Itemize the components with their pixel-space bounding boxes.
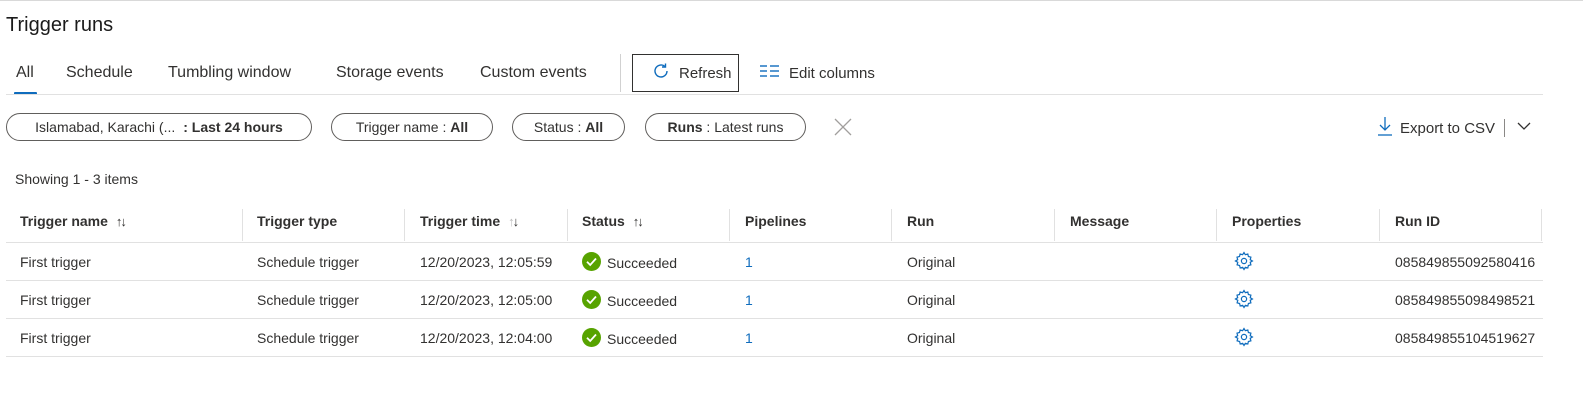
- cell-pipelines-link[interactable]: 1: [745, 330, 753, 346]
- gear-icon[interactable]: [1234, 251, 1254, 271]
- time-range-value: : Last 24 hours: [183, 119, 283, 135]
- top-border: [0, 0, 1583, 1]
- column-header-trigger-name[interactable]: Trigger name ↑↓: [20, 213, 127, 229]
- column-header-trigger-type[interactable]: Trigger type: [257, 213, 337, 229]
- column-divider[interactable]: [729, 209, 730, 241]
- success-check-icon: [582, 328, 601, 350]
- column-label: Status: [582, 213, 625, 229]
- column-header-status[interactable]: Status ↑↓: [582, 213, 644, 229]
- cell-run: Original: [907, 254, 956, 270]
- column-header-trigger-time[interactable]: Trigger time ↑↓: [420, 213, 519, 229]
- tab-storage-events[interactable]: Storage events: [336, 64, 444, 82]
- column-divider[interactable]: [1379, 209, 1380, 241]
- close-icon[interactable]: [832, 116, 854, 143]
- cell-pipelines-link[interactable]: 1: [745, 292, 753, 308]
- sort-arrows-icon[interactable]: ↑↓: [116, 214, 127, 229]
- column-divider[interactable]: [242, 209, 243, 241]
- table-row[interactable]: First trigger Schedule trigger 12/20/202…: [6, 243, 1543, 281]
- column-label: Run: [907, 213, 935, 229]
- table-header: Trigger name ↑↓ Trigger type Trigger tim…: [6, 204, 1543, 243]
- column-divider[interactable]: [1216, 209, 1217, 241]
- column-label: Properties: [1232, 213, 1302, 229]
- success-check-icon: [582, 252, 601, 274]
- column-label: Message: [1070, 213, 1130, 229]
- sort-arrows-icon[interactable]: ↑↓: [508, 214, 519, 229]
- cell-trigger-name: First trigger: [20, 254, 91, 270]
- export-divider: [1504, 119, 1505, 137]
- column-label: Trigger type: [257, 213, 338, 229]
- cell-run: Original: [907, 330, 956, 346]
- page-title: Trigger runs: [6, 14, 114, 36]
- edit-columns-label: Edit columns: [789, 64, 875, 82]
- trigger-runs-table: Trigger name ↑↓ Trigger type Trigger tim…: [6, 204, 1543, 357]
- time-range-filter[interactable]: Islamabad, Karachi (... : Last 24 hours: [6, 113, 312, 141]
- cell-trigger-time: 12/20/2023, 12:05:00: [420, 292, 553, 308]
- column-header-message[interactable]: Message: [1070, 213, 1129, 229]
- sort-arrows-icon[interactable]: ↑↓: [633, 214, 644, 229]
- tab-custom-events[interactable]: Custom events: [480, 64, 587, 82]
- export-csv-button[interactable]: Export to CSV: [1378, 116, 1495, 140]
- toolbar-divider: [620, 54, 621, 92]
- cell-trigger-type: Schedule trigger: [257, 330, 359, 346]
- tab-tumbling-window[interactable]: Tumbling window: [168, 64, 291, 82]
- cell-status: Succeeded: [582, 290, 677, 312]
- trigger-name-filter-value: All: [450, 119, 469, 135]
- refresh-button[interactable]: Refresh: [632, 54, 739, 92]
- edit-columns-icon: [760, 64, 789, 82]
- cell-status: Succeeded: [582, 328, 677, 350]
- download-icon: [1378, 116, 1400, 140]
- cell-status: Succeeded: [582, 252, 677, 274]
- column-label: Trigger name: [20, 213, 108, 229]
- gear-icon[interactable]: [1234, 327, 1254, 347]
- refresh-icon: [633, 61, 679, 85]
- cell-run-id: 085849855104519627: [1395, 330, 1536, 346]
- cell-trigger-type: Schedule trigger: [257, 254, 359, 270]
- column-header-run-id[interactable]: Run ID: [1395, 213, 1440, 229]
- cell-trigger-time: 12/20/2023, 12:04:00: [420, 330, 553, 346]
- tab-schedule[interactable]: Schedule: [66, 64, 133, 82]
- status-text: Succeeded: [607, 331, 678, 347]
- column-header-properties[interactable]: Properties: [1232, 213, 1301, 229]
- column-label: Trigger time: [420, 213, 501, 229]
- column-label: Run ID: [1395, 213, 1441, 229]
- status-text: Succeeded: [607, 293, 678, 309]
- chevron-down-icon[interactable]: [1516, 118, 1532, 139]
- cell-run: Original: [907, 292, 956, 308]
- runs-filter-key: Runs: [667, 119, 703, 135]
- cell-trigger-name: First trigger: [20, 292, 91, 308]
- cell-pipelines-link[interactable]: 1: [745, 254, 753, 270]
- column-header-pipelines[interactable]: Pipelines: [745, 213, 806, 229]
- success-check-icon: [582, 290, 601, 312]
- cell-trigger-name: First trigger: [20, 330, 91, 346]
- gear-icon[interactable]: [1234, 289, 1254, 309]
- column-divider[interactable]: [404, 209, 405, 241]
- column-divider[interactable]: [1541, 209, 1542, 241]
- status-filter[interactable]: Status : All: [512, 113, 625, 141]
- export-label: Export to CSV: [1400, 119, 1496, 137]
- column-divider[interactable]: [567, 209, 568, 241]
- cell-trigger-type: Schedule trigger: [257, 292, 359, 308]
- tab-all[interactable]: All: [16, 64, 34, 82]
- cell-run-id: 085849855098498521: [1395, 292, 1536, 308]
- column-header-run[interactable]: Run: [907, 213, 934, 229]
- time-zone-label: Islamabad, Karachi (...: [35, 119, 176, 135]
- trigger-name-filter-key: Trigger name :: [355, 119, 451, 135]
- status-text: Succeeded: [607, 255, 678, 271]
- trigger-name-filter[interactable]: Trigger name : All: [331, 113, 493, 141]
- cell-run-id: 085849855092580416: [1395, 254, 1536, 270]
- column-divider[interactable]: [891, 209, 892, 241]
- item-count: Showing 1 - 3 items: [15, 171, 138, 187]
- edit-columns-button[interactable]: Edit columns: [760, 64, 875, 82]
- cell-trigger-time: 12/20/2023, 12:05:59: [420, 254, 553, 270]
- column-divider[interactable]: [1054, 209, 1055, 241]
- refresh-label: Refresh: [679, 64, 732, 82]
- status-filter-key: Status :: [533, 119, 586, 135]
- table-row[interactable]: First trigger Schedule trigger 12/20/202…: [6, 319, 1543, 357]
- tab-bar-baseline: [6, 94, 1543, 95]
- table-row[interactable]: First trigger Schedule trigger 12/20/202…: [6, 281, 1543, 319]
- runs-filter[interactable]: Runs : Latest runs: [645, 113, 806, 141]
- status-filter-value: All: [585, 119, 604, 135]
- runs-filter-value: : Latest runs: [702, 119, 784, 135]
- column-label: Pipelines: [745, 213, 807, 229]
